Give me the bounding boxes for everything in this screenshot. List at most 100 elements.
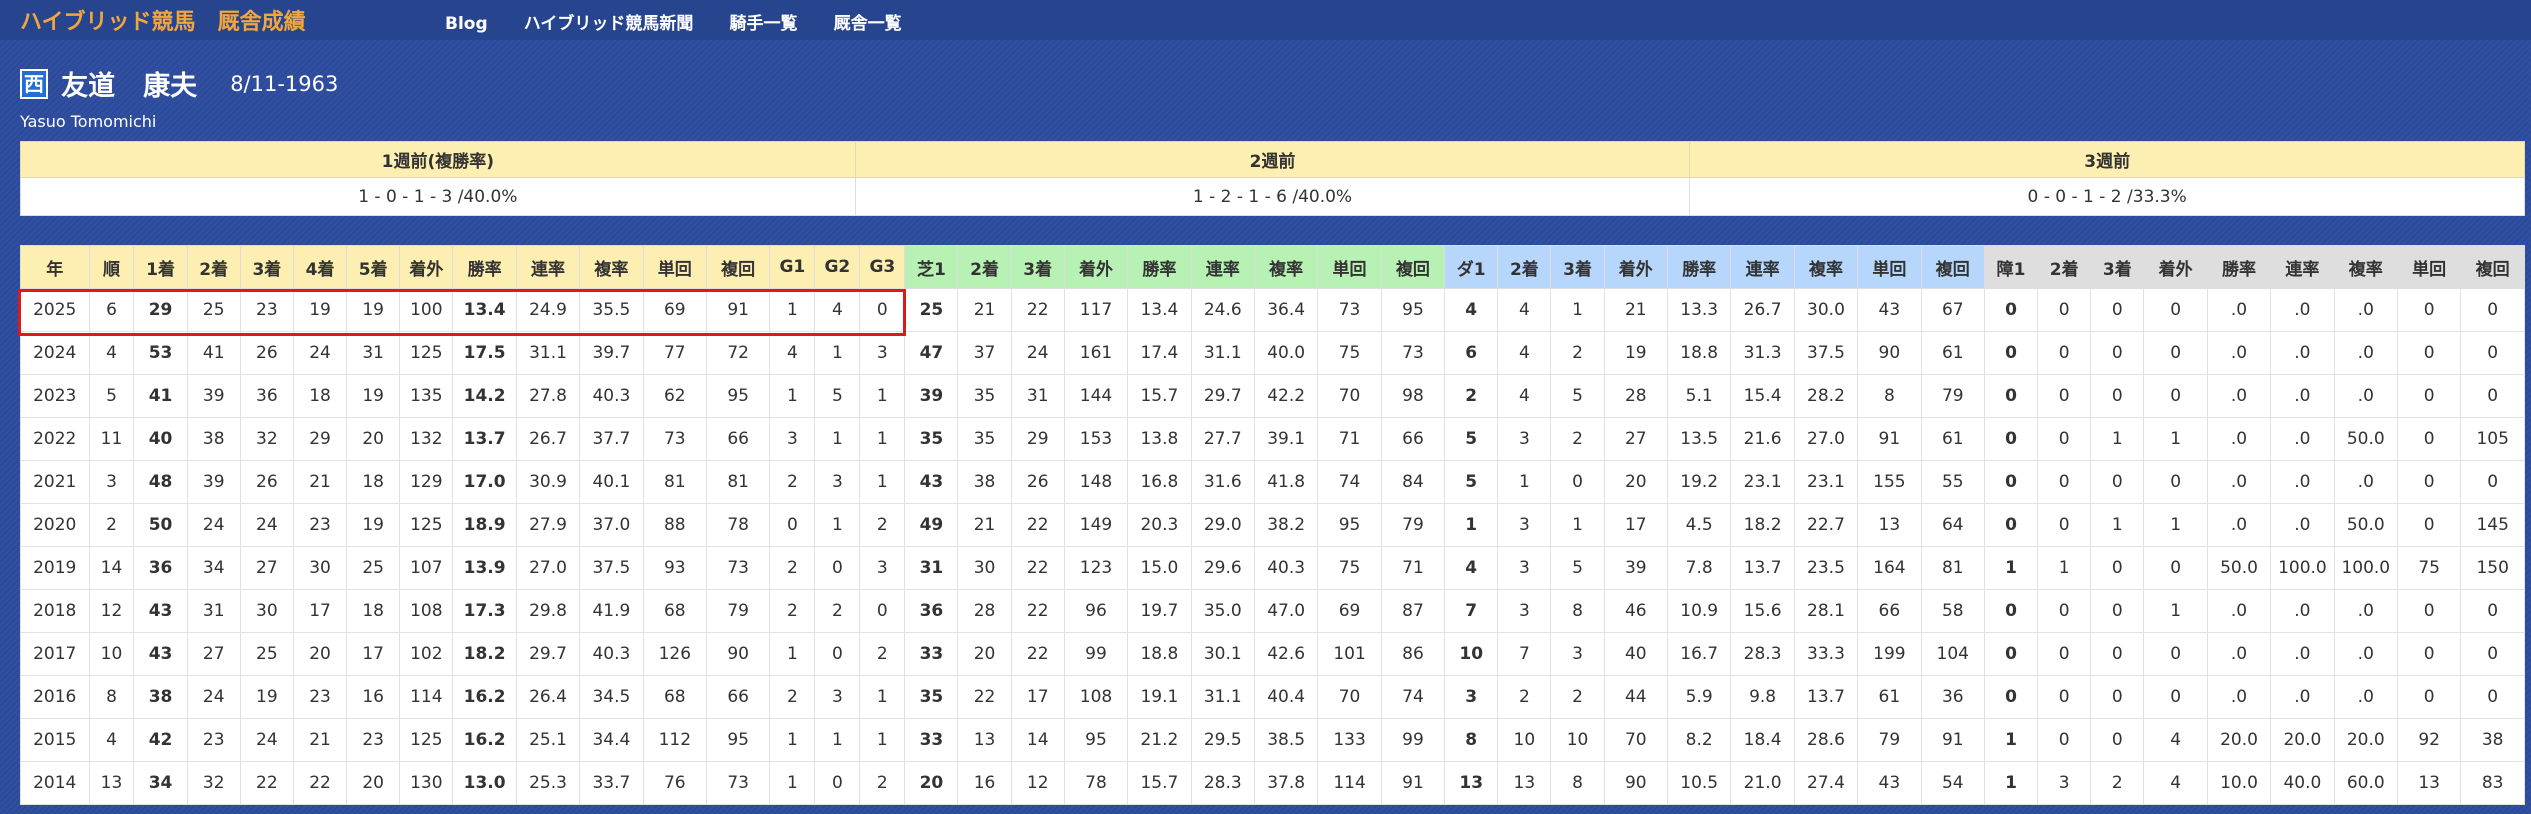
nav-link-blog[interactable]: Blog <box>445 14 488 34</box>
year-cell: 2021 <box>20 460 90 504</box>
stat-cell: 76 <box>642 761 707 805</box>
stat-cell: 29 <box>1010 417 1065 461</box>
yearly-stats-table: 年順 1着 2着 3着 4着 5着 着外 勝率 連率 複率 単回 複回 G1 G2 G3 芝1 2着 3着 着外 勝率… <box>20 245 2525 805</box>
stat-cell: 24 <box>1010 331 1065 375</box>
stat-cell: 22 <box>239 761 294 805</box>
stat-cell: 2 <box>814 589 861 633</box>
stat-cell: 1 <box>2143 417 2208 461</box>
stat-cell: 74 <box>1380 675 1446 719</box>
stat-cell: 19 <box>239 675 294 719</box>
stat-cell: 20.0 <box>2270 718 2335 762</box>
stat-cell: 0 <box>2090 546 2145 590</box>
stat-cell: 4 <box>769 331 816 375</box>
stat-cell: 1 <box>769 632 816 676</box>
stat-cell: 31.1 <box>1190 331 1255 375</box>
stat-cell: 199 <box>1857 632 1922 676</box>
stat-cell: 27.4 <box>1793 761 1859 805</box>
stat-cell: 99 <box>1380 718 1446 762</box>
nav-link-jockey-list[interactable]: 騎手一覧 <box>730 14 798 34</box>
stat-cell: 27 <box>239 546 294 590</box>
stat-cell: 26 <box>1010 460 1065 504</box>
stat-cell: 29.5 <box>1190 718 1255 762</box>
jockey-family-name: 友道 <box>61 71 116 102</box>
stats-header-cell: 2着 <box>186 245 241 289</box>
stat-cell: 18.4 <box>1730 718 1795 762</box>
stat-cell: 73 <box>642 417 707 461</box>
stat-cell: 22 <box>292 761 348 805</box>
stat-cell: 0 <box>2396 331 2462 375</box>
stat-cell: 20 <box>957 632 1012 676</box>
stat-cell: 28.3 <box>1190 761 1255 805</box>
stat-cell: 4 <box>1497 331 1552 375</box>
stat-cell: 13 <box>88 761 135 805</box>
stat-cell: 18.2 <box>452 632 517 676</box>
jockey-dob: 8/11-1963 <box>230 71 339 96</box>
stat-cell: 125 <box>399 503 454 547</box>
stat-cell: 1 <box>859 374 906 418</box>
stat-cell: 145 <box>2460 503 2525 547</box>
nav-link-newspaper[interactable]: ハイブリッド競馬新聞 <box>524 14 694 34</box>
stat-cell: 72 <box>705 331 771 375</box>
stat-cell: 20 <box>346 761 401 805</box>
stat-cell: 61 <box>1857 675 1922 719</box>
nav-link-stable-list[interactable]: 厩舎一覧 <box>834 14 902 34</box>
stat-cell: 33.7 <box>579 761 644 805</box>
stat-cell: 30.0 <box>1793 288 1859 332</box>
stat-cell: 31.3 <box>1730 331 1795 375</box>
stat-cell: .0 <box>2333 331 2398 375</box>
stat-cell: .0 <box>2270 589 2335 633</box>
stat-cell: 39 <box>1603 546 1669 590</box>
stat-cell: 1 <box>1444 503 1499 547</box>
stats-header-cell: 4着 <box>292 245 348 289</box>
stat-cell: 3 <box>1497 589 1552 633</box>
stat-cell: 16.2 <box>452 718 517 762</box>
stat-cell: 90 <box>705 632 771 676</box>
stat-cell: 39 <box>904 374 959 418</box>
stat-cell: .0 <box>2206 331 2272 375</box>
stat-cell: 36 <box>904 589 959 633</box>
stat-cell: 0 <box>2037 718 2092 762</box>
stat-cell: 23.1 <box>1793 460 1859 504</box>
stat-cell: 2 <box>859 761 906 805</box>
stat-cell: 0 <box>769 503 816 547</box>
stat-cell: 12 <box>1010 761 1065 805</box>
stat-cell: 50.0 <box>2206 546 2272 590</box>
stat-cell: 10.0 <box>2206 761 2272 805</box>
stat-cell: 0 <box>1983 589 2039 633</box>
stat-cell: 19 <box>346 288 401 332</box>
stat-cell: 105 <box>2460 417 2525 461</box>
table-row: 2015 4 42 23 24 21 23 125 16.2 25.1 34.4 112 95 1 1 1 33… <box>20 718 2525 762</box>
stat-cell: 28.2 <box>1793 374 1859 418</box>
stat-cell: 79 <box>1857 718 1922 762</box>
stat-cell: 43 <box>133 632 188 676</box>
stats-header-cell: 単回 <box>642 245 707 289</box>
stat-cell: 29 <box>292 417 348 461</box>
stat-cell: 95 <box>1380 288 1446 332</box>
weekly-summary-table: 1週前(複勝率) 2週前 3週前 1 - 0 - 1 - 3 /40.0% 1 … <box>20 141 2525 216</box>
stat-cell: 0 <box>1983 675 2039 719</box>
stat-cell: 73 <box>705 546 771 590</box>
stat-cell: 26.7 <box>515 417 581 461</box>
stat-cell: 75 <box>1317 331 1382 375</box>
stat-cell: 27.7 <box>1190 417 1255 461</box>
stat-cell: 21 <box>957 288 1012 332</box>
stat-cell: 19.1 <box>1127 675 1192 719</box>
stat-cell: 68 <box>642 675 707 719</box>
stat-cell: 23 <box>292 503 348 547</box>
stat-cell: 60.0 <box>2333 761 2398 805</box>
stat-cell: .0 <box>2206 503 2272 547</box>
stat-cell: 101 <box>1317 632 1382 676</box>
stat-cell: .0 <box>2206 675 2272 719</box>
table-row: 2016 8 38 24 19 23 16 114 16.2 26.4 34.5 68 66 2 3 1 35 2… <box>20 675 2525 719</box>
stat-cell: 2 <box>1550 417 1605 461</box>
stat-cell: 35 <box>957 417 1012 461</box>
stats-header-cell: 単回 <box>2396 245 2462 289</box>
stat-cell: 39.1 <box>1253 417 1319 461</box>
stat-cell: 77 <box>642 331 707 375</box>
brand-title: ハイブリッド競馬 <box>20 10 196 35</box>
stat-cell: 70 <box>1317 675 1382 719</box>
stats-header-cell: 着外 <box>1063 245 1129 289</box>
brand-logo[interactable]: ハイブリッド競馬 厩舎成績 <box>20 4 328 36</box>
stat-cell: 0 <box>2460 288 2525 332</box>
jockey-romaji: Yasuo Tomomichi <box>20 112 157 131</box>
